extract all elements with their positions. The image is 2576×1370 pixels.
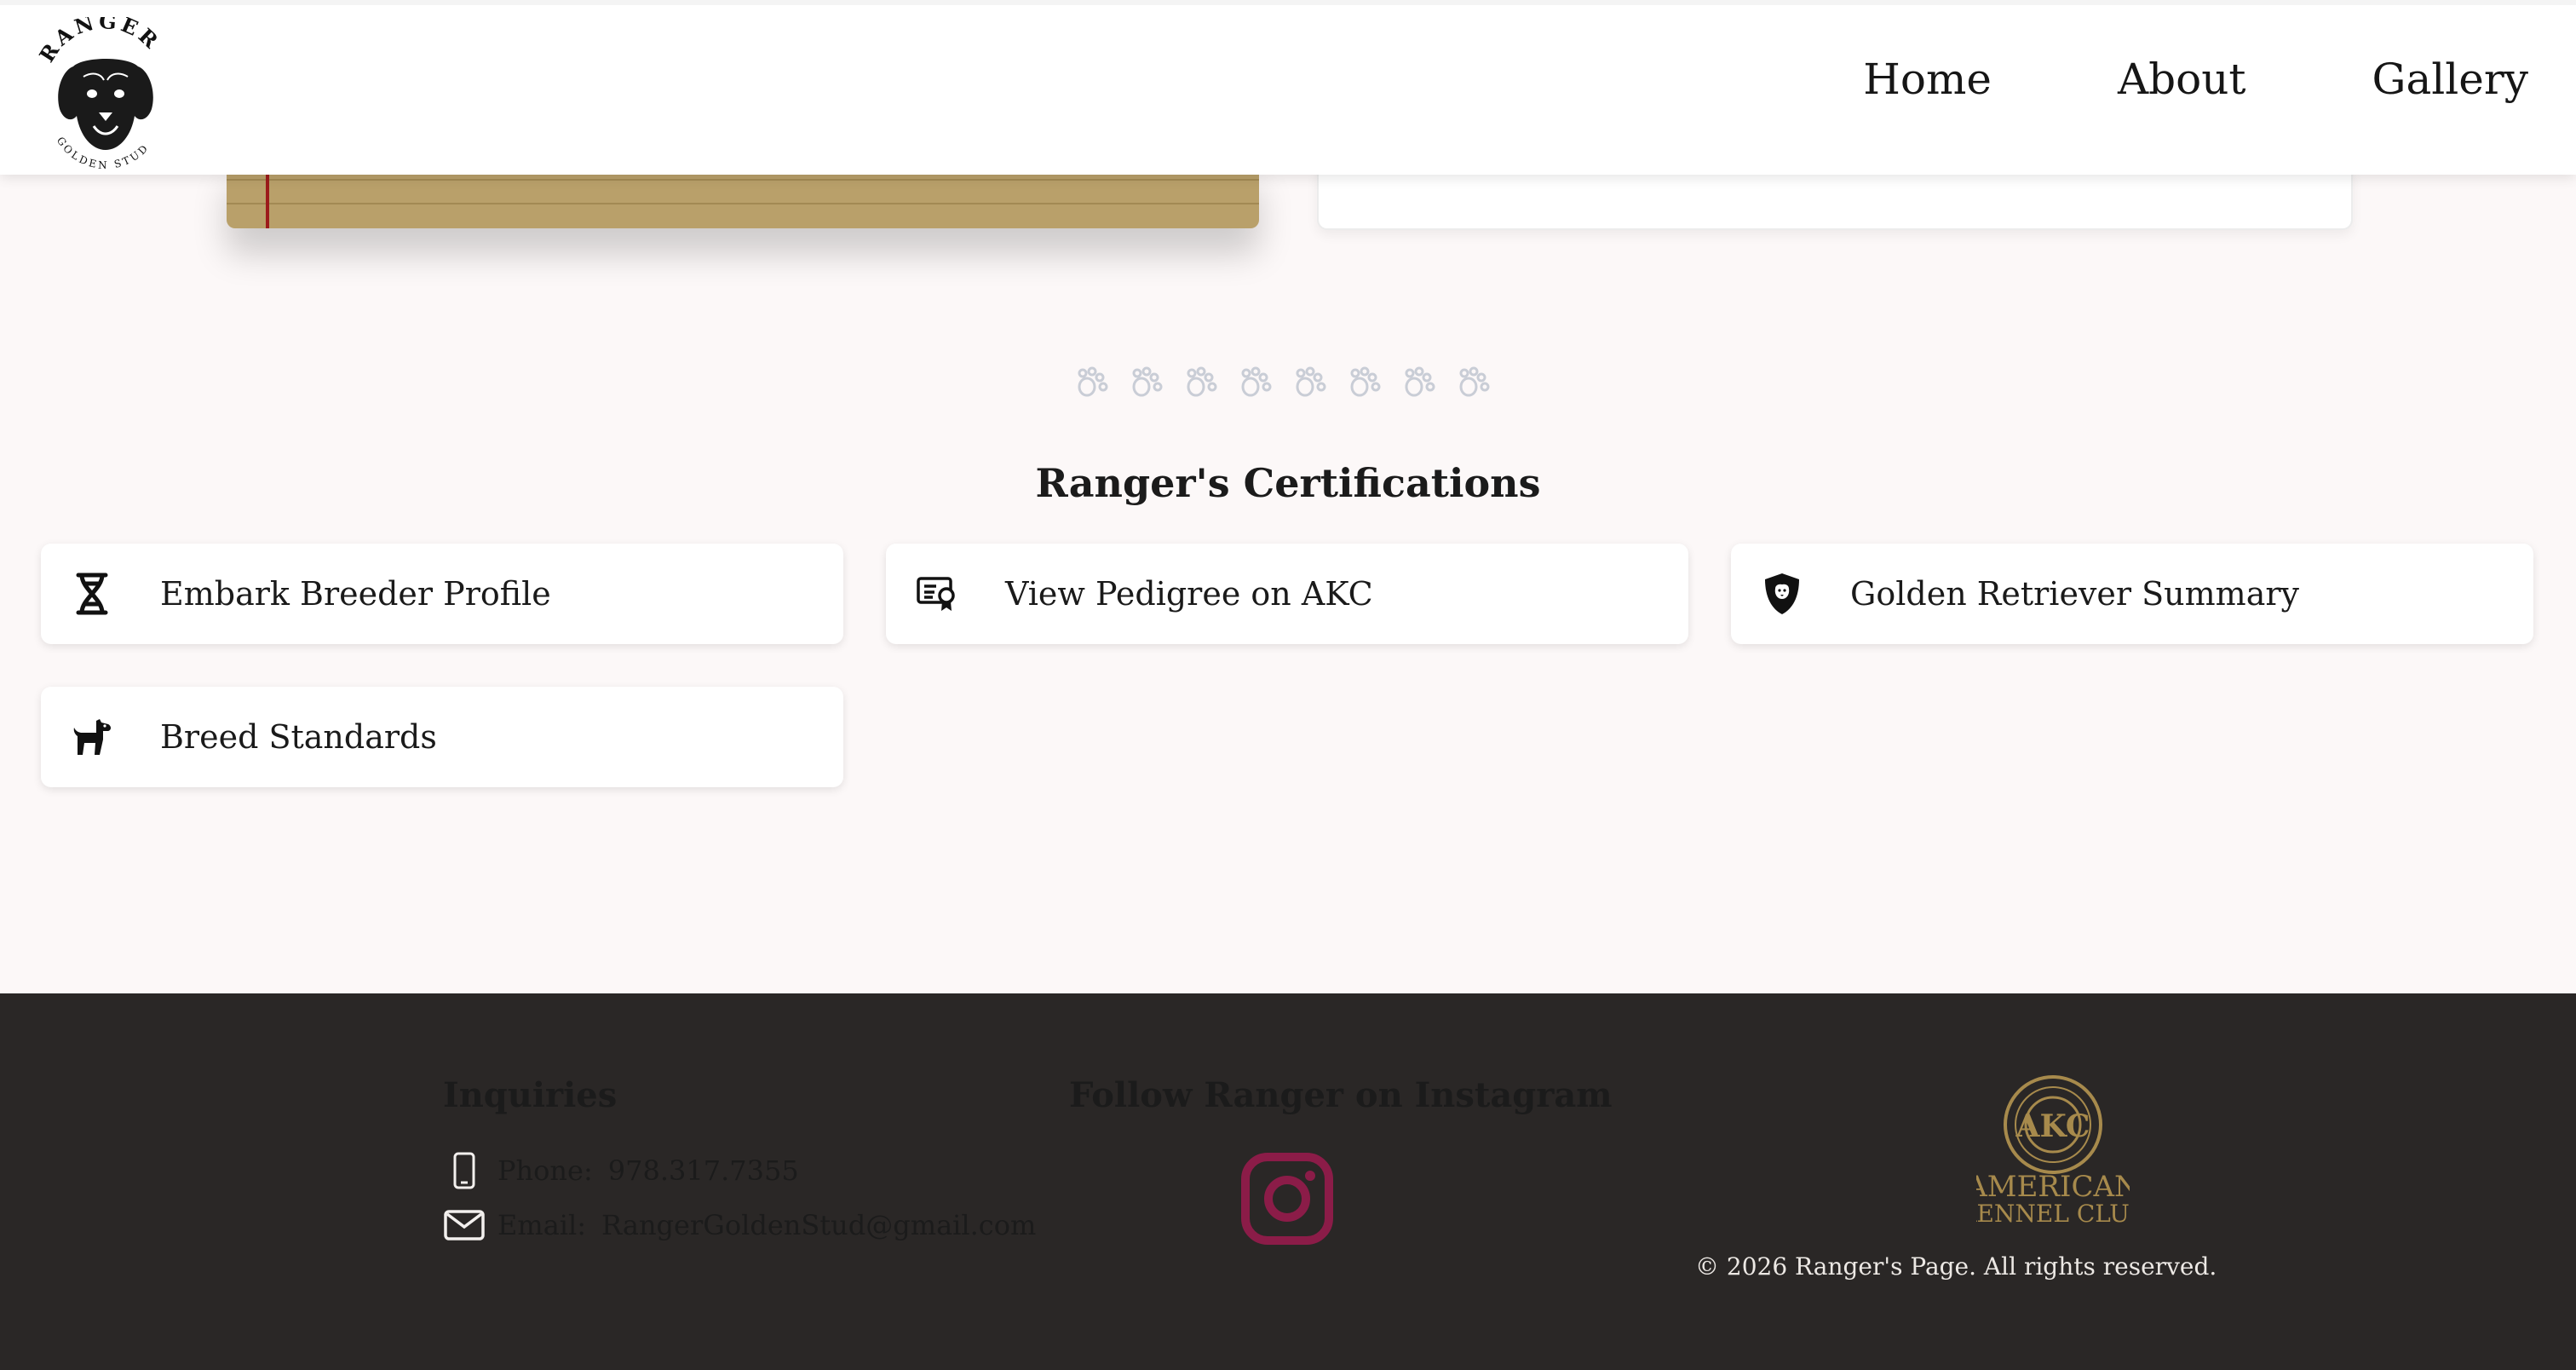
- main-nav: Home About Gallery: [1863, 55, 2528, 104]
- paw-icon: [1296, 366, 1326, 397]
- paw-divider: [1075, 365, 1494, 402]
- shield-dog-icon: [1758, 570, 1806, 618]
- site-header: RANGER GOLDEN STUD Home About Gallery: [0, 0, 2576, 175]
- email-value[interactable]: RangerGoldenStud@gmail.com: [601, 1209, 1036, 1241]
- dog-icon: [68, 713, 116, 761]
- cert-golden-summary-link[interactable]: Golden Retriever Summary: [1731, 544, 2533, 644]
- paw-icon: [1459, 366, 1490, 397]
- cert-breed-standards-link[interactable]: Breed Standards: [41, 687, 843, 787]
- phone-row: Phone: 978.317.7355: [443, 1149, 799, 1192]
- email-row: Email: RangerGoldenStud@gmail.com: [443, 1204, 1036, 1246]
- nav-about[interactable]: About: [2118, 55, 2246, 104]
- cert-label: View Pedigree on AKC: [1005, 575, 1373, 613]
- cert-akc-pedigree-link[interactable]: View Pedigree on AKC: [886, 544, 1688, 644]
- svg-text:KENNEL CLUB: KENNEL CLUB: [1976, 1200, 2130, 1228]
- instagram-title: Follow Ranger on Instagram: [1069, 1075, 1613, 1115]
- nav-gallery[interactable]: Gallery: [2372, 55, 2528, 104]
- paw-icon: [1187, 366, 1217, 397]
- cert-label: Breed Standards: [160, 718, 437, 756]
- copyright-text: © 2026 Ranger's Page. All rights reserve…: [1695, 1252, 2217, 1281]
- certifications-title: Ranger's Certifications: [1035, 460, 1541, 506]
- nav-home[interactable]: Home: [1863, 55, 1992, 104]
- cert-label: Golden Retriever Summary: [1850, 575, 2299, 613]
- phone-label: Phone:: [497, 1154, 593, 1187]
- email-label: Email:: [497, 1209, 587, 1241]
- paw-icon: [1350, 366, 1381, 397]
- dna-icon: [68, 570, 116, 618]
- cert-embark-link[interactable]: Embark Breeder Profile: [41, 544, 843, 644]
- svg-text:AKC: AKC: [2015, 1108, 2090, 1144]
- ranger-logo[interactable]: RANGER GOLDEN STUD: [32, 17, 177, 170]
- paw-icon: [1078, 366, 1108, 397]
- cert-label: Embark Breeder Profile: [160, 575, 551, 613]
- paw-icon: [1405, 366, 1435, 397]
- paw-icon: [1241, 366, 1272, 397]
- akc-logo[interactable]: AKC AMERICAN KENNEL CLUB: [1976, 1072, 2130, 1234]
- certificate-icon: [913, 570, 961, 618]
- phone-value[interactable]: 978.317.7355: [608, 1154, 799, 1187]
- paw-icon: [1132, 366, 1163, 397]
- envelope-icon: [443, 1204, 486, 1246]
- phone-icon: [443, 1149, 486, 1192]
- instagram-icon[interactable]: [1240, 1152, 1334, 1246]
- svg-text:AMERICAN: AMERICAN: [1976, 1170, 2130, 1204]
- inquiries-title: Inquiries: [443, 1075, 618, 1115]
